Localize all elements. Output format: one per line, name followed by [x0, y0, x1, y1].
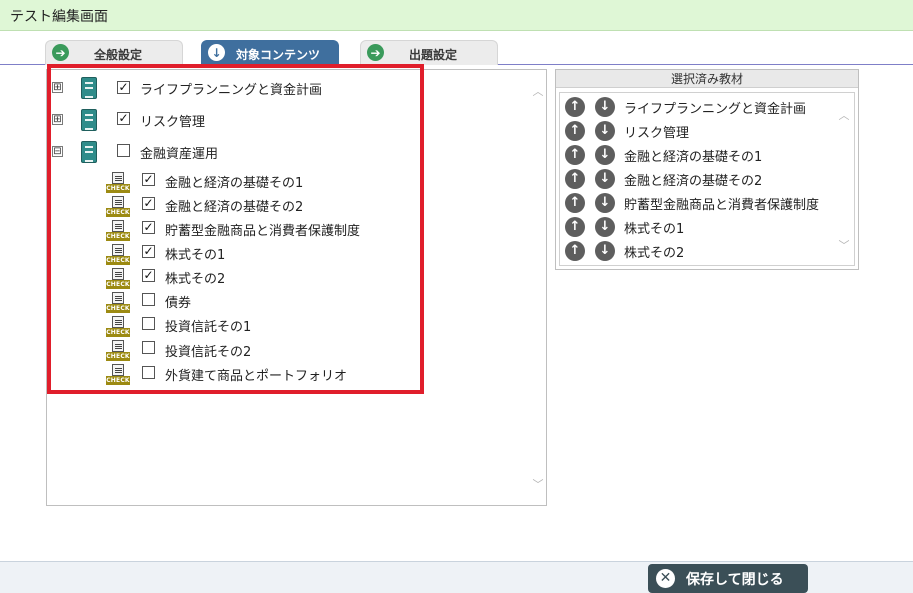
collapse-toggle[interactable]: ⊟ — [52, 146, 63, 157]
move-down-icon[interactable]: ↓ — [595, 217, 615, 237]
tab-label: 全般設定 — [94, 48, 143, 62]
move-up-icon[interactable]: ↑ — [565, 97, 585, 117]
tree-node-label: 株式その1 — [165, 248, 226, 263]
save-and-close-label: 保存して閉じる — [686, 572, 784, 588]
move-down-icon[interactable]: ↓ — [595, 241, 615, 261]
tab-general-settings[interactable]: ➔ 全般設定 — [45, 40, 183, 65]
move-down-icon[interactable]: ↓ — [595, 121, 615, 141]
tree-node-label: 債券 — [165, 296, 192, 311]
move-up-icon[interactable]: ↑ — [565, 121, 585, 141]
tree-checkbox[interactable] — [117, 144, 130, 157]
tree-checkbox[interactable] — [142, 317, 155, 330]
move-down-icon[interactable]: ↓ — [595, 169, 615, 189]
expand-toggle[interactable]: ⊞ — [52, 82, 63, 93]
arrow-down-icon: ↓ — [208, 44, 225, 61]
check-document-icon: CHECK — [106, 196, 130, 218]
selected-item-label: 金融と経済の基礎その1 — [624, 150, 763, 165]
window-title: テスト編集画面 — [10, 9, 108, 25]
check-document-icon: CHECK — [106, 244, 130, 266]
move-up-icon[interactable]: ↑ — [565, 193, 585, 213]
tree-node-label: 金融と経済の基礎その2 — [165, 200, 304, 215]
selected-item-label: 株式その1 — [624, 222, 685, 237]
move-down-icon[interactable]: ↓ — [595, 193, 615, 213]
tree-checkbox[interactable] — [142, 341, 155, 354]
arrow-right-icon: ➔ — [52, 44, 69, 61]
selected-item-label: 貯蓄型金融商品と消費者保護制度 — [624, 198, 820, 213]
tree-node-label: 投資信託その1 — [165, 320, 252, 335]
tree-node-label: 株式その2 — [165, 272, 226, 287]
check-document-icon: CHECK — [106, 292, 130, 314]
tree-checkbox[interactable] — [142, 293, 155, 306]
move-up-icon[interactable]: ↑ — [565, 145, 585, 165]
tree-checkbox[interactable]: ✓ — [117, 81, 130, 94]
tree-checkbox[interactable]: ✓ — [142, 197, 155, 210]
tab-label: 出題設定 — [409, 48, 458, 62]
selected-materials-header: 選択済み教材 — [556, 70, 858, 88]
expand-toggle[interactable]: ⊞ — [52, 114, 63, 125]
move-up-icon[interactable]: ↑ — [565, 169, 585, 189]
arrow-right-icon: ➔ — [367, 44, 384, 61]
save-and-close-button[interactable]: ✕ 保存して閉じる — [648, 564, 808, 593]
move-up-icon[interactable]: ↑ — [565, 217, 585, 237]
tree-checkbox[interactable]: ✓ — [142, 245, 155, 258]
window-title-bar: テスト編集画面 — [0, 0, 913, 31]
chevron-up-icon[interactable]: ︿ — [532, 86, 544, 98]
check-document-icon: CHECK — [106, 340, 130, 362]
check-document-icon: CHECK — [106, 220, 130, 242]
chevron-down-icon[interactable]: ﹀ — [838, 237, 850, 253]
selected-item-label: 金融と経済の基礎その2 — [624, 174, 763, 189]
tree-checkbox[interactable]: ✓ — [117, 112, 130, 125]
move-down-icon[interactable]: ↓ — [595, 145, 615, 165]
book-icon — [81, 77, 97, 99]
check-document-icon: CHECK — [106, 172, 130, 194]
check-document-icon: CHECK — [106, 364, 130, 386]
tree-node-label: 金融資産運用 — [140, 147, 219, 162]
tab-question-settings[interactable]: ➔ 出題設定 — [360, 40, 498, 65]
book-icon — [81, 109, 97, 131]
check-document-icon: CHECK — [106, 268, 130, 290]
tab-label: 対象コンテンツ — [236, 48, 321, 62]
tree-checkbox[interactable]: ✓ — [142, 269, 155, 282]
move-up-icon[interactable]: ↑ — [565, 241, 585, 261]
move-down-icon[interactable]: ↓ — [595, 97, 615, 117]
check-document-icon: CHECK — [106, 316, 130, 338]
tree-node-label: 外貨建て商品とポートフォリオ — [165, 369, 348, 384]
tree-node-label: 金融と経済の基礎その1 — [165, 176, 304, 191]
chevron-up-icon[interactable]: ︿ — [838, 107, 850, 123]
selected-item-label: ライフプランニングと資金計画 — [624, 102, 807, 117]
tree-node-label: 貯蓄型金融商品と消費者保護制度 — [165, 224, 361, 239]
tree-node-label: ライフプランニングと資金計画 — [140, 83, 323, 98]
close-icon: ✕ — [656, 569, 675, 588]
chevron-down-icon[interactable]: ﹀ — [532, 479, 544, 491]
tree-checkbox[interactable]: ✓ — [142, 173, 155, 186]
tab-target-content[interactable]: ↓ 対象コンテンツ — [201, 40, 339, 65]
tree-scrollbar[interactable]: ︿ ﹀ — [529, 70, 546, 505]
tree-node-label: リスク管理 — [140, 115, 206, 130]
tree-node-label: 投資信託その2 — [165, 345, 252, 360]
tab-bar: ➔ 全般設定 ↓ 対象コンテンツ ➔ 出題設定 — [0, 38, 913, 65]
tree-checkbox[interactable]: ✓ — [142, 221, 155, 234]
selected-item-label: リスク管理 — [624, 126, 690, 141]
book-icon — [81, 141, 97, 163]
selected-item-label: 株式その2 — [624, 246, 685, 261]
tree-checkbox[interactable] — [142, 366, 155, 379]
